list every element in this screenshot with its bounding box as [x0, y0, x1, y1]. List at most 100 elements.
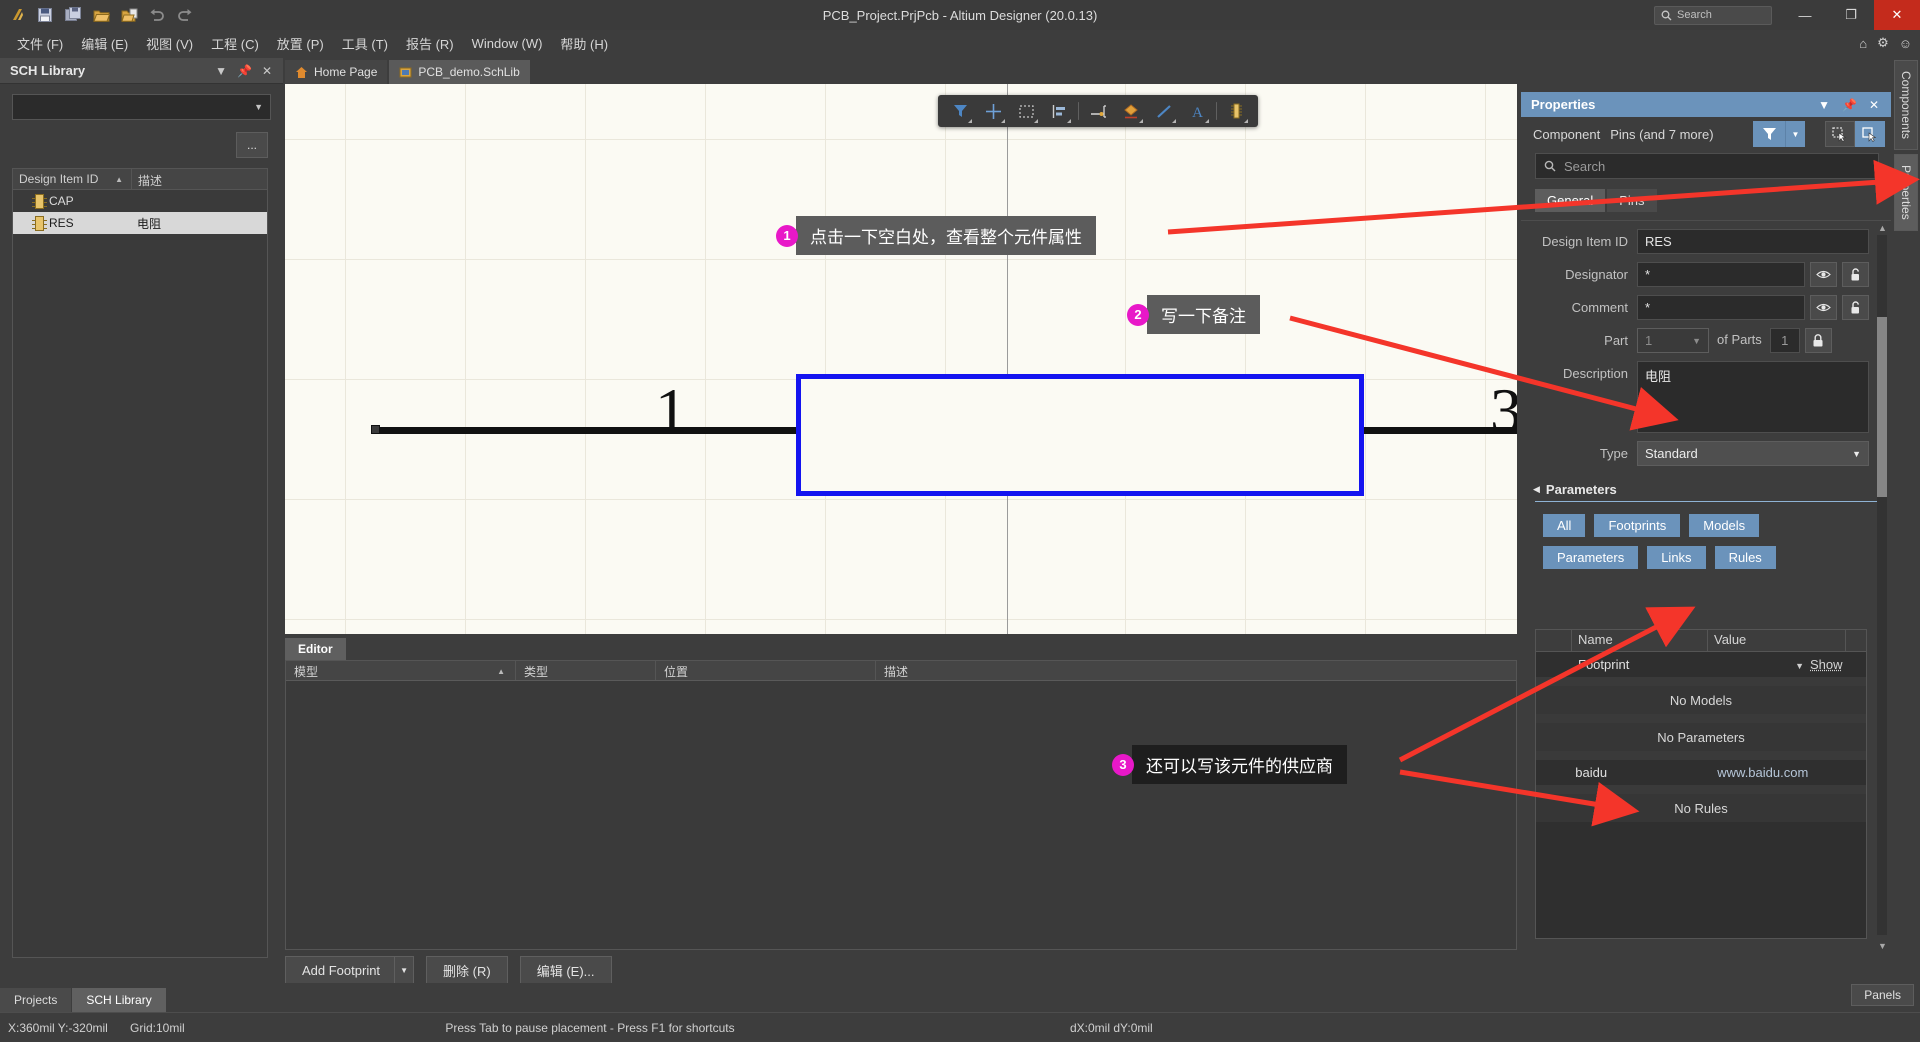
tab-home-page[interactable]: Home Page: [285, 60, 387, 84]
menu-help[interactable]: 帮助 (H): [551, 31, 617, 56]
component-body-rectangle[interactable]: [796, 374, 1364, 496]
eye-icon[interactable]: [1810, 295, 1837, 320]
edit-model-button[interactable]: 编辑 (E)...: [520, 956, 612, 984]
chip-all[interactable]: All: [1543, 514, 1585, 537]
column-model-description[interactable]: 描述: [876, 661, 1516, 680]
description-textarea[interactable]: 电阻: [1637, 361, 1869, 433]
menu-project[interactable]: 工程 (C): [202, 31, 268, 56]
filter-dropdown-icon[interactable]: ▼: [1785, 121, 1805, 147]
tab-pins[interactable]: Pins: [1607, 189, 1656, 212]
column-model[interactable]: 模型 ▲: [286, 661, 516, 680]
close-icon[interactable]: ✕: [257, 64, 277, 78]
column-location[interactable]: 位置: [656, 661, 876, 680]
altium-logo-icon[interactable]: [4, 2, 30, 28]
chip-models[interactable]: Models: [1689, 514, 1759, 537]
chip-links[interactable]: Links: [1647, 546, 1705, 569]
panel-tab-sch-library[interactable]: SCH Library: [72, 988, 165, 1012]
library-select[interactable]: ▼: [12, 94, 271, 120]
panels-button[interactable]: Panels: [1851, 984, 1914, 1006]
eye-icon[interactable]: [1810, 262, 1837, 287]
type-select[interactable]: Standard ▼: [1637, 441, 1869, 466]
parameter-value-link[interactable]: www.baidu.com: [1695, 765, 1814, 780]
user-icon[interactable]: ☺: [1899, 36, 1912, 51]
pin-icon[interactable]: 📌: [1836, 98, 1863, 112]
scrollbar-thumb[interactable]: [1877, 317, 1887, 497]
selection-rect-icon[interactable]: [1012, 98, 1040, 124]
maximize-button[interactable]: ❐: [1828, 0, 1874, 30]
parameters-section-title[interactable]: ◀ Parameters: [1533, 482, 1891, 497]
pin-endpoint-marker[interactable]: [371, 425, 380, 434]
object-scope-label[interactable]: Pins (and 7 more): [1610, 127, 1713, 142]
chip-footprints[interactable]: Footprints: [1594, 514, 1680, 537]
filter-icon[interactable]: [1753, 121, 1785, 147]
unlock-icon[interactable]: [1842, 295, 1869, 320]
place-text-icon[interactable]: A: [1183, 98, 1211, 124]
pin-icon[interactable]: 📌: [232, 64, 257, 78]
description-label: Description: [1521, 361, 1637, 381]
delete-model-button[interactable]: 删除 (R): [426, 956, 508, 984]
menu-edit[interactable]: 编辑 (E): [72, 31, 137, 56]
vtab-properties[interactable]: Properties: [1894, 154, 1918, 231]
global-search-input[interactable]: Search: [1654, 6, 1772, 25]
undo-icon[interactable]: [144, 2, 170, 28]
crosshair-icon[interactable]: [979, 98, 1007, 124]
properties-scrollbar[interactable]: ▲ ▼: [1877, 235, 1887, 935]
open-project-icon[interactable]: [116, 2, 142, 28]
table-row[interactable]: baidu www.baidu.com: [1536, 760, 1866, 785]
menu-place[interactable]: 放置 (P): [268, 31, 333, 56]
place-pin-icon[interactable]: [1084, 98, 1112, 124]
home-icon[interactable]: ⌂: [1859, 36, 1867, 51]
tab-editor[interactable]: Editor: [285, 638, 346, 660]
place-line-icon[interactable]: [1150, 98, 1178, 124]
chevron-down-icon[interactable]: ▼: [394, 957, 413, 983]
chip-parameters[interactable]: Parameters: [1543, 546, 1638, 569]
close-icon[interactable]: ✕: [1863, 98, 1885, 112]
minimize-button[interactable]: —: [1782, 0, 1828, 30]
close-button[interactable]: ✕: [1874, 0, 1920, 30]
chip-rules[interactable]: Rules: [1715, 546, 1776, 569]
menu-view[interactable]: 视图 (V): [137, 31, 202, 56]
list-item[interactable]: RES 电阻: [13, 212, 267, 234]
comment-input[interactable]: *: [1637, 295, 1805, 320]
select-single-icon[interactable]: [1855, 121, 1885, 147]
menu-window[interactable]: Window (W): [463, 33, 552, 54]
chevron-down-icon[interactable]: ▼: [210, 64, 232, 78]
save-all-icon[interactable]: [60, 2, 86, 28]
menu-reports[interactable]: 报告 (R): [397, 31, 463, 56]
lock-icon[interactable]: [1805, 328, 1832, 353]
properties-search-input[interactable]: Search: [1535, 153, 1879, 179]
column-design-item-id[interactable]: Design Item ID ▲: [13, 169, 131, 189]
designator-input[interactable]: *: [1637, 262, 1805, 287]
unlock-icon[interactable]: [1842, 262, 1869, 287]
design-item-id-input[interactable]: RES: [1637, 229, 1869, 254]
part-select[interactable]: 1 ▼: [1637, 328, 1709, 353]
show-link[interactable]: Show: [1810, 657, 1866, 672]
save-icon[interactable]: [32, 2, 58, 28]
tab-pcb-demo-schlib[interactable]: PCB_demo.SchLib: [389, 60, 529, 84]
parameter-value[interactable]: ▼: [1708, 657, 1810, 672]
table-row[interactable]: Footprint ▼ Show: [1536, 652, 1866, 677]
filter-icon[interactable]: [946, 98, 974, 124]
select-all-icon[interactable]: [1825, 121, 1855, 147]
list-item[interactable]: CAP: [13, 190, 267, 212]
menu-file[interactable]: 文件 (F): [8, 31, 72, 56]
redo-icon[interactable]: [172, 2, 198, 28]
align-icon[interactable]: [1045, 98, 1073, 124]
pin-wire-left[interactable]: [375, 427, 800, 434]
chevron-down-icon[interactable]: ▼: [1812, 98, 1836, 112]
library-more-button[interactable]: ...: [236, 132, 268, 158]
open-icon[interactable]: [88, 2, 114, 28]
column-name[interactable]: Name: [1572, 630, 1708, 651]
tab-general[interactable]: General: [1535, 189, 1605, 212]
gear-icon[interactable]: ⚙: [1877, 35, 1889, 51]
vtab-components[interactable]: Components: [1894, 60, 1918, 150]
column-description[interactable]: 描述: [131, 169, 267, 189]
add-footprint-button[interactable]: Add Footprint ▼: [285, 956, 414, 984]
menu-tools[interactable]: 工具 (T): [333, 31, 397, 56]
column-type[interactable]: 类型: [516, 661, 656, 680]
place-polygon-icon[interactable]: [1117, 98, 1145, 124]
place-component-icon[interactable]: [1222, 98, 1250, 124]
panel-tab-projects[interactable]: Projects: [0, 988, 71, 1012]
column-value[interactable]: Value: [1708, 630, 1846, 651]
schematic-canvas[interactable]: 1 3: [285, 84, 1517, 634]
